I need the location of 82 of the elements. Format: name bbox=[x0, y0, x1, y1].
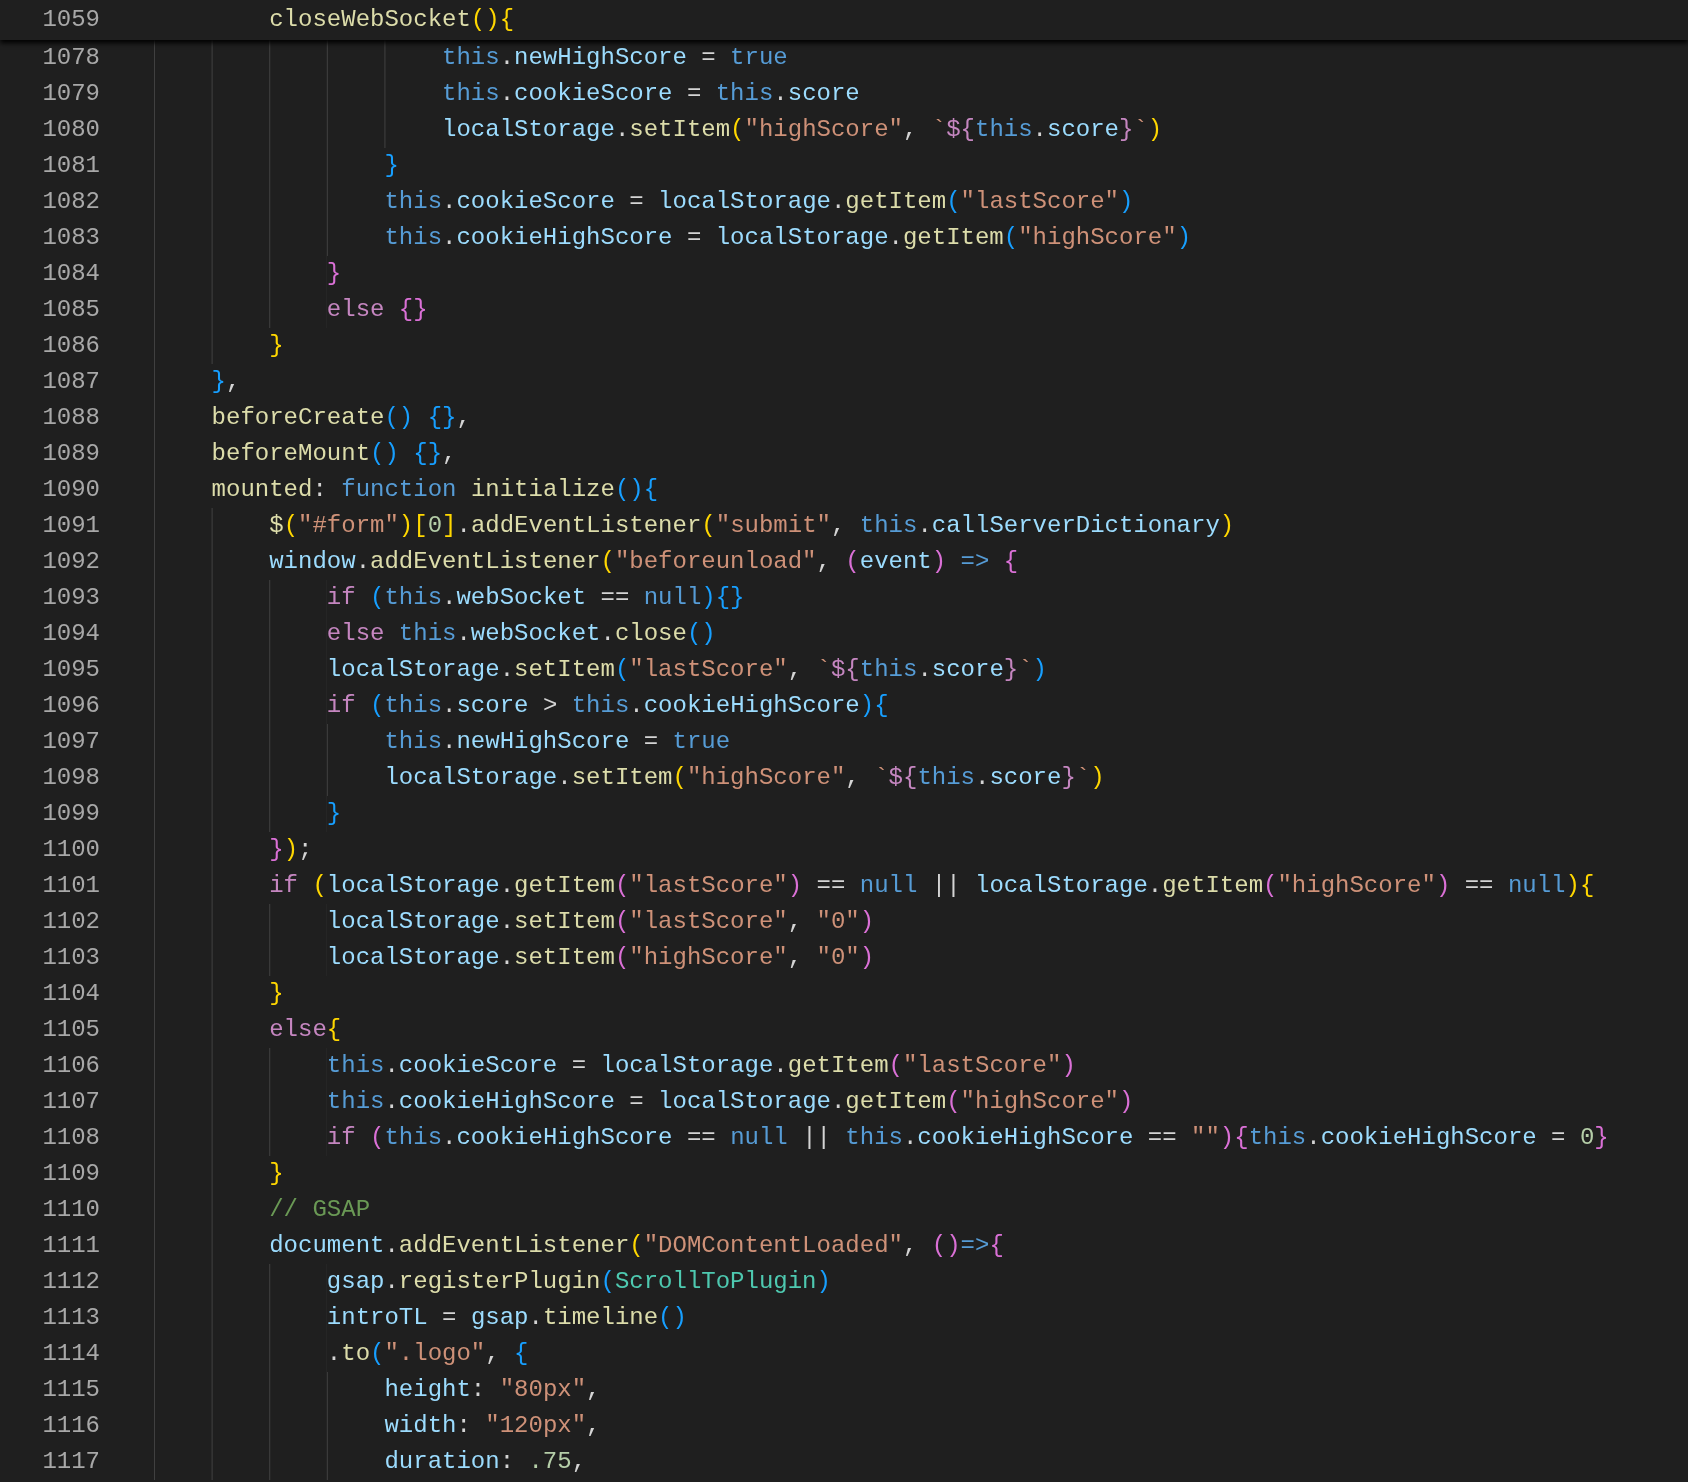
code-line: else {} bbox=[326, 295, 428, 325]
code-line: } bbox=[384, 151, 399, 181]
line-number: 1110 bbox=[41, 1195, 100, 1225]
code-line: }, bbox=[211, 367, 241, 397]
code-line: this.cookieScore = localStorage.getItem("lastScore") bbox=[384, 187, 1134, 217]
line-number: 1090 bbox=[41, 475, 100, 505]
line-number: 1097 bbox=[41, 727, 100, 757]
line-number: 1108 bbox=[41, 1123, 100, 1153]
line-number: 1102 bbox=[41, 907, 100, 937]
line-number: 1095 bbox=[41, 655, 100, 685]
code-line: mounted: function initialize(){ bbox=[211, 475, 659, 505]
line-number: 1101 bbox=[41, 871, 100, 901]
line-number: 1084 bbox=[41, 259, 100, 289]
line-number: 1098 bbox=[41, 763, 100, 793]
code-line: $("#form")[0].addEventListener("submit", this.callServerDictionary) bbox=[269, 511, 1235, 541]
code-line: .to(".logo", { bbox=[326, 1339, 529, 1369]
line-number: 1059 bbox=[41, 5, 100, 35]
line-number: 1107 bbox=[41, 1087, 100, 1117]
line-number: 1109 bbox=[41, 1159, 100, 1189]
code-line: localStorage.setItem("lastScore", "0") bbox=[326, 907, 875, 937]
line-number: 1096 bbox=[41, 691, 100, 721]
code-line: duration: .75, bbox=[384, 1447, 587, 1477]
line-number: 1117 bbox=[41, 1447, 100, 1477]
line-number: 1092 bbox=[41, 547, 100, 577]
line-number: 1081 bbox=[41, 151, 100, 181]
code-line: this.newHighScore = true bbox=[384, 727, 731, 757]
code-line: } bbox=[269, 331, 284, 361]
code-line: document.addEventListener("DOMContentLoaded", ()=>{ bbox=[269, 1231, 1004, 1261]
code-line: closeWebSocket(){ bbox=[269, 5, 515, 35]
code-line: } bbox=[269, 979, 284, 1009]
line-number: 1105 bbox=[41, 1015, 100, 1045]
line-number: 1085 bbox=[41, 295, 100, 325]
line-number: 1113 bbox=[41, 1303, 100, 1333]
line-number: 1115 bbox=[41, 1375, 100, 1405]
line-number: 1111 bbox=[41, 1231, 100, 1261]
code-line: this.cookieHighScore = localStorage.getItem("highScore") bbox=[326, 1087, 1134, 1117]
line-number: 1100 bbox=[41, 835, 100, 865]
line-number: 1094 bbox=[41, 619, 100, 649]
code-line: if (this.score > this.cookieHighScore){ bbox=[326, 691, 889, 721]
code-line: this.newHighScore = true bbox=[442, 43, 788, 73]
code-line: if (this.cookieHighScore == null || this.cookieHighScore == ""){this.cookieHighScore = 0} bbox=[326, 1123, 1609, 1153]
code-line: localStorage.setItem("highScore", `${this.score}`) bbox=[442, 115, 1163, 145]
line-number: 1116 bbox=[41, 1411, 100, 1441]
code-line: } bbox=[326, 259, 342, 289]
code-line: // GSAP bbox=[269, 1195, 371, 1225]
code-line: beforeMount() {}, bbox=[211, 439, 457, 469]
code-line: gsap.registerPlugin(ScrollToPlugin) bbox=[326, 1267, 831, 1297]
code-line: this.cookieHighScore = localStorage.getItem("highScore") bbox=[384, 223, 1192, 253]
line-number: 1088 bbox=[41, 403, 100, 433]
code-line: this.cookieScore = localStorage.getItem("lastScore") bbox=[326, 1051, 1076, 1081]
line-number: 1093 bbox=[41, 583, 100, 613]
code-line: localStorage.setItem("lastScore", `${this.score}`) bbox=[326, 655, 1047, 685]
line-number: 1083 bbox=[41, 223, 100, 253]
line-number: 1091 bbox=[41, 511, 100, 541]
line-number: 1114 bbox=[41, 1339, 100, 1369]
code-line: height: "80px", bbox=[384, 1375, 601, 1405]
line-number: 1080 bbox=[41, 115, 100, 145]
line-number: 1086 bbox=[41, 331, 100, 361]
line-number: 1099 bbox=[41, 799, 100, 829]
code-line: window.addEventListener("beforeunload", (event) => { bbox=[269, 547, 1019, 577]
line-number: 1104 bbox=[41, 979, 100, 1009]
code-line: } bbox=[326, 799, 342, 829]
code-line: else this.webSocket.close() bbox=[326, 619, 716, 649]
code-line: }); bbox=[269, 835, 313, 865]
line-number: 1112 bbox=[41, 1267, 100, 1297]
line-number: 1106 bbox=[41, 1051, 100, 1081]
code-line: width: "120px", bbox=[384, 1411, 601, 1441]
code-line: introTL = gsap.timeline() bbox=[326, 1303, 687, 1333]
code-line: if (localStorage.getItem("lastScore") == null || localStorage.getItem("highScore") == null){ bbox=[269, 871, 1595, 901]
code-line: localStorage.setItem("highScore", "0") bbox=[326, 943, 875, 973]
code-line: } bbox=[269, 1159, 284, 1189]
line-number: 1103 bbox=[41, 943, 100, 973]
code-line: this.cookieScore = this.score bbox=[442, 79, 860, 109]
code-line: beforeCreate() {}, bbox=[211, 403, 471, 433]
line-number: 1079 bbox=[41, 79, 100, 109]
line-number: 1087 bbox=[41, 367, 100, 397]
line-number: 1078 bbox=[41, 43, 100, 73]
line-number: 1089 bbox=[41, 439, 100, 469]
code-line: localStorage.setItem("highScore", `${this.score}`) bbox=[384, 763, 1105, 793]
code-line: else{ bbox=[269, 1015, 342, 1045]
line-number: 1082 bbox=[41, 187, 100, 217]
code-line: if (this.webSocket == null){} bbox=[326, 583, 745, 613]
